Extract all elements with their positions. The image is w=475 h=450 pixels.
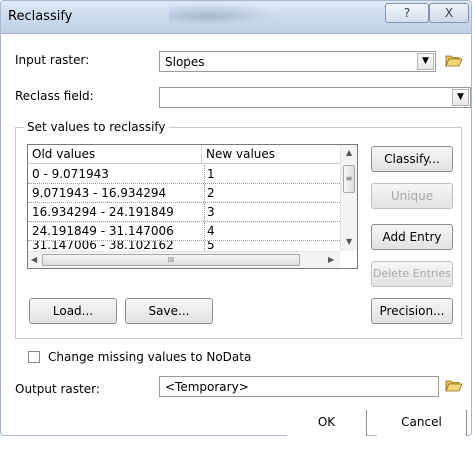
table-row[interactable]: 16.934294 - 24.191849 3 <box>28 203 340 222</box>
input-raster-value: Slopes <box>165 55 205 69</box>
ok-button[interactable]: OK <box>287 410 367 436</box>
new-value-cell[interactable]: 4 <box>204 222 340 240</box>
folder-open-icon[interactable] <box>444 378 464 395</box>
classify-button[interactable]: Classify... <box>371 146 453 172</box>
table-row[interactable]: 9.071943 - 16.934294 2 <box>28 184 340 203</box>
table-row[interactable]: 0 - 9.071943 1 <box>28 165 340 184</box>
dialog-title: Reclassify <box>8 9 73 24</box>
title-bar-blur <box>169 5 279 27</box>
old-value-cell[interactable]: 0 - 9.071943 <box>32 167 109 181</box>
output-raster-label: Output raster: <box>15 382 100 396</box>
input-raster-dropdown[interactable]: Slopes ▼ <box>159 51 436 72</box>
new-value-cell[interactable]: 3 <box>204 203 340 221</box>
horizontal-scroll-thumb[interactable]: III <box>42 254 300 266</box>
cancel-button[interactable]: Cancel <box>377 410 467 436</box>
title-bar: Reclassify ? X <box>1 1 471 34</box>
new-value-cell[interactable]: 2 <box>204 184 340 202</box>
add-entry-button[interactable]: Add Entry <box>371 224 453 250</box>
column-separator[interactable] <box>201 145 202 163</box>
chevron-down-icon[interactable]: ▼ <box>452 89 469 106</box>
reclassify-dialog: Reclassify ? X Input raster: Slopes ▼ Re… <box>0 0 472 436</box>
help-button[interactable]: ? <box>385 3 429 23</box>
scroll-right-icon[interactable]: ▶ <box>328 255 334 264</box>
column-header-old-values[interactable]: Old values <box>32 147 95 161</box>
column-header-new-values[interactable]: New values <box>206 147 275 161</box>
new-value-cell[interactable]: 1 <box>204 165 340 183</box>
new-value-text: 1 <box>207 167 215 181</box>
scroll-down-icon[interactable]: ▼ <box>346 237 352 246</box>
table-row[interactable]: 31.147006 - 38.102162 5 <box>28 241 340 251</box>
folder-open-icon-graphic <box>445 380 463 392</box>
close-button[interactable]: X <box>429 3 469 23</box>
folder-open-icon[interactable] <box>444 53 464 70</box>
scroll-up-icon[interactable]: ▲ <box>346 148 352 157</box>
unique-button[interactable]: Unique <box>371 183 453 209</box>
group-label: Set values to reclassify <box>24 120 169 134</box>
vertical-scrollbar[interactable]: ▲ ≡ ▼ <box>340 145 357 251</box>
new-value-text: 4 <box>207 224 215 238</box>
table-row[interactable]: 24.191849 - 31.147006 4 <box>28 222 340 241</box>
vertical-scroll-thumb[interactable]: ≡ <box>343 165 355 193</box>
input-raster-label: Input raster: <box>15 53 90 67</box>
old-value-cell[interactable]: 16.934294 - 24.191849 <box>32 205 174 219</box>
output-raster-field[interactable]: <Temporary> <box>159 376 439 397</box>
new-value-cell[interactable]: 5 <box>204 241 340 251</box>
folder-open-icon-graphic <box>445 55 463 67</box>
new-value-text: 5 <box>207 241 215 251</box>
old-value-cell[interactable]: 9.071943 - 16.934294 <box>32 186 166 200</box>
save-button[interactable]: Save... <box>125 298 213 324</box>
scroll-left-icon[interactable]: ◀ <box>31 255 37 264</box>
table-header: Old values New values <box>28 145 340 164</box>
missing-values-label[interactable]: Change missing values to NoData <box>48 350 251 364</box>
reclass-table[interactable]: Old values New values 0 - 9.071943 1 9.0… <box>27 144 358 269</box>
reclass-field-dropdown[interactable]: ▼ <box>159 87 471 108</box>
delete-entries-button[interactable]: Delete Entries <box>371 261 453 287</box>
reclass-field-label: Reclass field: <box>15 89 94 103</box>
precision-button[interactable]: Precision... <box>371 298 453 324</box>
old-value-cell[interactable]: 31.147006 - 38.102162 <box>32 241 174 251</box>
missing-values-checkbox[interactable] <box>28 351 40 363</box>
chevron-down-icon[interactable]: ▼ <box>417 53 434 70</box>
new-value-text: 3 <box>207 205 215 219</box>
horizontal-scrollbar[interactable]: ◀ III ▶ <box>28 251 340 268</box>
output-raster-value: <Temporary> <box>165 380 249 394</box>
load-button[interactable]: Load... <box>29 298 117 324</box>
new-value-text: 2 <box>207 186 215 200</box>
old-value-cell[interactable]: 24.191849 - 31.147006 <box>32 224 174 238</box>
